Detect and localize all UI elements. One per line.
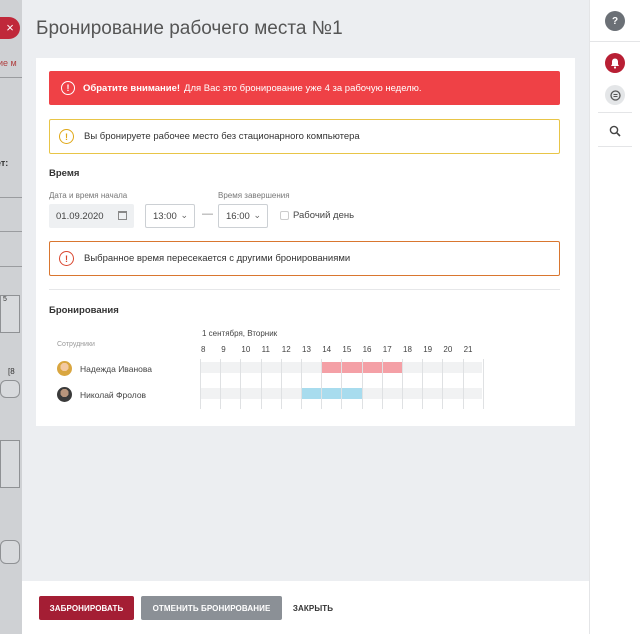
hour-label: 10: [241, 345, 251, 354]
grid-line: [361, 359, 363, 409]
background-box: [0, 540, 20, 564]
background-divider: [0, 77, 22, 78]
right-rail: ?: [589, 0, 640, 634]
background-text: ет:: [0, 158, 9, 168]
chat-icon[interactable]: [605, 85, 625, 105]
help-glyph: ?: [611, 15, 619, 27]
time-section-title: Время: [49, 168, 80, 179]
bell-icon[interactable]: [605, 53, 625, 73]
alert-conflict: ! Выбранное время пересекается с другими…: [49, 241, 560, 276]
exclamation-circle-icon: !: [59, 129, 74, 144]
avatar: [57, 387, 72, 402]
rail-divider: [598, 146, 632, 147]
start-time-value: 13:00: [153, 210, 177, 222]
date-value: 01.09.2020: [56, 210, 104, 222]
question-icon[interactable]: ?: [605, 11, 625, 31]
panel-footer: ЗАБРОНИРОВАТЬ ОТМЕНИТЬ БРОНИРОВАНИЕ ЗАКР…: [22, 581, 589, 634]
hour-label: 17: [382, 345, 392, 354]
section-divider: [49, 289, 560, 290]
start-time-select[interactable]: 13:00 ⌄: [145, 204, 195, 228]
hour-label: 20: [443, 345, 453, 354]
time-range-dash: —: [202, 208, 213, 220]
employee-name: Надежда Иванова: [80, 363, 153, 374]
cancel-booking-button[interactable]: ОТМЕНИТЬ БРОНИРОВАНИЕ: [141, 596, 282, 620]
search-glyph: [609, 125, 621, 137]
chevron-down-icon: ⌄: [253, 210, 261, 220]
hour-label: 21: [463, 345, 473, 354]
hour-label: 12: [281, 345, 291, 354]
grid-line: [280, 359, 282, 409]
end-time-value: 16:00: [226, 210, 250, 222]
alert-conflict-text: Выбранное время пересекается с другими б…: [84, 253, 351, 264]
booking-card: ! Обратите внимание! Для Вас это брониро…: [36, 58, 575, 426]
page-title: Бронирование рабочего места №1: [36, 18, 343, 39]
calendar-icon: [118, 211, 127, 220]
background-page: ие м ет: 5 [8: [0, 0, 22, 634]
date-field[interactable]: 01.09.2020: [49, 204, 134, 228]
exclamation-circle-icon: !: [61, 81, 75, 95]
alert-warning-text: Вы бронируете рабочее место без стациона…: [84, 131, 360, 142]
grid-line: [442, 359, 444, 409]
grid-line: [200, 359, 201, 409]
end-time-select[interactable]: 16:00 ⌄: [218, 204, 268, 228]
rail-divider: [598, 112, 632, 113]
background-box: [0, 440, 20, 488]
alert-danger-strong: Обратите внимание!: [83, 82, 181, 94]
hour-label: 16: [362, 345, 372, 354]
alert-danger-text: Для Вас это бронирование уже 4 за рабочу…: [184, 82, 422, 94]
exclamation-circle-icon: !: [59, 251, 74, 266]
grid-line: [260, 359, 262, 409]
grid-line: [422, 359, 424, 409]
workday-checkbox[interactable]: [280, 211, 289, 220]
workday-label[interactable]: Рабочий день: [293, 210, 354, 221]
background-text: 5: [3, 296, 7, 303]
end-label: Время завершения: [218, 191, 290, 200]
hour-label: 19: [423, 345, 433, 354]
background-divider: [0, 231, 22, 232]
grid-line: [381, 359, 383, 409]
alert-warning: ! Вы бронируете рабочее место без стацио…: [49, 119, 560, 154]
grid-line: [402, 359, 403, 409]
alert-danger: ! Обратите внимание! Для Вас это брониро…: [49, 71, 560, 105]
grid-line: [482, 359, 484, 409]
employee-name: Николай Фролов: [80, 389, 147, 400]
hour-label: 11: [261, 345, 270, 354]
booking-bar[interactable]: [301, 388, 362, 399]
grid-line: [220, 359, 222, 409]
background-text: ие м: [0, 58, 17, 68]
background-divider: [0, 197, 22, 198]
bookings-section-title: Бронирования: [49, 305, 119, 316]
hour-label: 14: [322, 345, 332, 354]
grid-line: [321, 359, 323, 409]
grid-line: [341, 359, 343, 409]
background-divider: [0, 266, 22, 267]
hour-label: 15: [342, 345, 352, 354]
close-icon: ×: [6, 20, 14, 35]
bell-glyph: [611, 58, 619, 69]
employee-row: Николай Фролов: [57, 387, 146, 402]
booking-panel: Бронирование рабочего места №1 ! Обратит…: [22, 0, 589, 634]
hour-label: 9: [221, 345, 226, 354]
grid-line: [240, 359, 242, 409]
employee-row: Надежда Иванова: [57, 361, 152, 376]
avatar: [57, 361, 72, 376]
background-box: [0, 380, 20, 398]
employees-column-label: Сотрудники: [57, 341, 95, 348]
chevron-down-icon: ⌄: [180, 210, 188, 220]
timeline-date: 1 сентября, Вторник: [202, 329, 278, 338]
book-button[interactable]: ЗАБРОНИРОВАТЬ: [39, 596, 134, 620]
hour-label: 18: [403, 345, 412, 354]
hour-label: 8: [201, 345, 206, 354]
search-icon[interactable]: [605, 121, 625, 141]
background-text: [8: [8, 367, 15, 376]
timeline-grid: [200, 359, 484, 409]
chat-glyph: [609, 89, 621, 101]
start-label: Дата и время начала: [49, 191, 128, 200]
rail-header: ?: [590, 0, 640, 42]
hour-label: 13: [302, 345, 311, 354]
grid-line: [301, 359, 302, 409]
grid-line: [462, 359, 464, 409]
close-button[interactable]: ЗАКРЫТЬ: [288, 596, 338, 620]
